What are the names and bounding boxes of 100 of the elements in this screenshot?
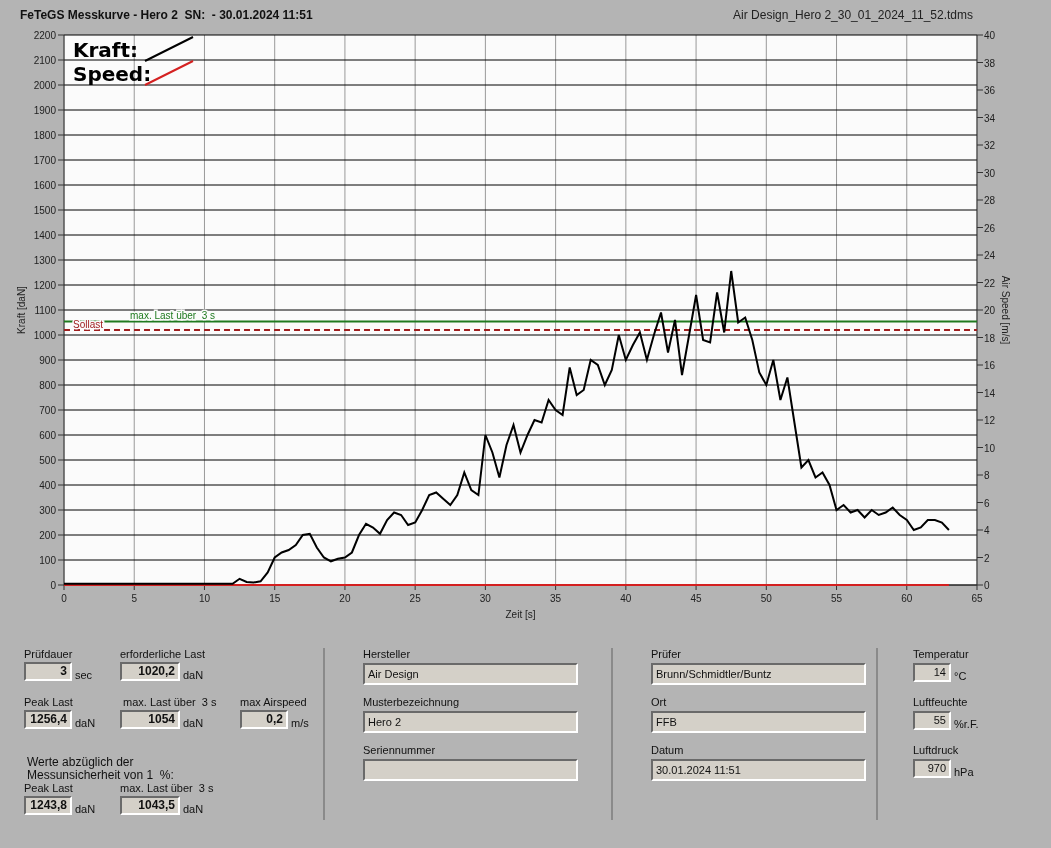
text-field[interactable]: Hero 2 <box>363 711 578 733</box>
note-text: Werte abzüglich der Messunsicherheit von 1 %: <box>27 756 175 782</box>
field-label: Hersteller <box>363 648 412 661</box>
field-label: Prüfdauer <box>24 648 74 661</box>
value-field: 1054 <box>120 710 180 729</box>
y-tick-label: 300 <box>39 505 56 516</box>
field-label: Luftfeuchte <box>913 696 969 709</box>
right-tick-label: 6 <box>984 497 990 509</box>
field-label: max. Last über 3 s <box>122 696 218 709</box>
y-tick-label: 1600 <box>33 180 56 191</box>
right-tick-label: 34 <box>984 112 996 124</box>
y-tick-label: 1100 <box>34 305 56 316</box>
x-tick-label: 45 <box>690 593 702 604</box>
right-tick-label: 30 <box>984 167 996 179</box>
y-tick-label: 800 <box>39 380 56 391</box>
right-tick-label: 16 <box>984 360 996 371</box>
right-tick-label: 32 <box>984 140 996 151</box>
field-label: Luftdruck <box>913 744 960 757</box>
right-tick-label: 18 <box>984 332 996 344</box>
threshold-label: max. Last über 3 s <box>130 309 216 321</box>
y-tick-label: 1900 <box>33 105 56 116</box>
value-field: 3 <box>24 662 72 681</box>
x-tick-label: 20 <box>339 593 351 604</box>
right-axis-title: Air Speed [m/s] <box>1000 275 1011 345</box>
y-axis-title: Kraft [daN] <box>16 286 27 334</box>
y-tick-label: 1700 <box>33 155 56 166</box>
right-tick-label: 36 <box>984 85 996 96</box>
value-field: 0,2 <box>240 710 288 729</box>
x-tick-label: 50 <box>760 593 772 604</box>
y-tick-label: 2100 <box>33 55 56 66</box>
y-tick-label: 200 <box>39 530 56 541</box>
unit-label: °C <box>954 670 967 682</box>
right-tick-label: 14 <box>984 387 996 399</box>
y-tick-label: 2000 <box>33 80 56 91</box>
unit-label: daN <box>183 717 204 729</box>
right-tick-label: 38 <box>984 57 996 69</box>
value-field: 14 <box>913 663 951 682</box>
field-label: Ort <box>651 696 668 709</box>
text-field[interactable] <box>363 759 578 781</box>
field-label: Datum <box>651 744 685 757</box>
text-field[interactable]: Brunn/Schmidtler/Buntz <box>651 663 866 685</box>
field-label: Musterbezeichnung <box>363 696 460 709</box>
x-tick-label: 0 <box>61 593 67 604</box>
y-tick-label: 2200 <box>33 30 56 41</box>
y-tick-label: 700 <box>39 405 56 416</box>
y-tick-label: 400 <box>39 480 56 491</box>
y-tick-label: 1200 <box>33 280 56 291</box>
x-axis-title: Zeit [s] <box>505 609 536 620</box>
right-tick-label: 40 <box>984 30 996 41</box>
value-field: 1243,8 <box>24 796 72 815</box>
window-title: FeTeGS Messkurve - Hero 2 SN: - 30.01.2024 11:51 <box>20 8 313 22</box>
right-tick-label: 26 <box>984 222 996 234</box>
file-name: Air Design_Hero 2_30_01_2024_11_52.tdms <box>733 8 973 22</box>
x-tick-label: 10 <box>198 593 210 604</box>
field-label: Peak Last <box>24 696 74 709</box>
right-tick-label: 2 <box>984 552 990 564</box>
threshold-label: Sollast <box>73 318 103 330</box>
x-tick-label: 55 <box>831 593 843 604</box>
unit-label: daN <box>75 717 96 729</box>
x-tick-label: 60 <box>901 593 913 604</box>
field-label: max Airspeed <box>240 696 308 709</box>
right-tick-label: 20 <box>984 305 996 316</box>
unit-label: daN <box>183 669 204 681</box>
field-label: erforderliche Last <box>120 648 206 661</box>
right-tick-label: 24 <box>984 250 996 261</box>
text-field[interactable]: Air Design <box>363 663 578 685</box>
x-tick-label: 25 <box>409 593 421 604</box>
y-tick-label: 1800 <box>33 130 56 141</box>
field-label: Prüfer <box>651 648 682 661</box>
y-tick-label: 600 <box>39 430 56 441</box>
value-field: 55 <box>913 711 951 730</box>
legend-label: Kraft: <box>73 38 139 62</box>
x-tick-label: 30 <box>479 593 491 604</box>
field-label: Peak Last <box>24 782 74 795</box>
unit-label: sec <box>75 669 93 681</box>
y-tick-label: 0 <box>50 580 56 591</box>
y-tick-label: 900 <box>39 355 56 366</box>
x-tick-label: 35 <box>550 593 562 604</box>
unit-label: m/s <box>291 717 309 729</box>
unit-label: hPa <box>954 766 974 778</box>
y-tick-label: 1300 <box>33 255 56 266</box>
y-tick-label: 500 <box>39 455 56 466</box>
y-tick-label: 1500 <box>33 205 56 216</box>
y-tick-label: 1400 <box>33 230 56 241</box>
x-tick-label: 40 <box>620 593 632 604</box>
text-field[interactable]: 30.01.2024 11:51 <box>651 759 866 781</box>
x-tick-label: 65 <box>971 593 983 604</box>
right-tick-label: 12 <box>984 415 996 426</box>
right-tick-label: 4 <box>984 525 990 536</box>
x-tick-label: 15 <box>269 593 281 604</box>
legend-label: Speed: <box>73 62 152 86</box>
right-tick-label: 8 <box>984 470 990 481</box>
value-field: 1043,5 <box>120 796 180 815</box>
y-tick-label: 1000 <box>33 330 56 341</box>
field-label: max. Last über 3 s <box>120 782 215 795</box>
y-tick-label: 100 <box>39 555 56 566</box>
x-tick-label: 5 <box>131 593 137 604</box>
value-field: 1256,4 <box>24 710 72 729</box>
unit-label: daN <box>183 803 204 815</box>
text-field[interactable]: FFB <box>651 711 866 733</box>
